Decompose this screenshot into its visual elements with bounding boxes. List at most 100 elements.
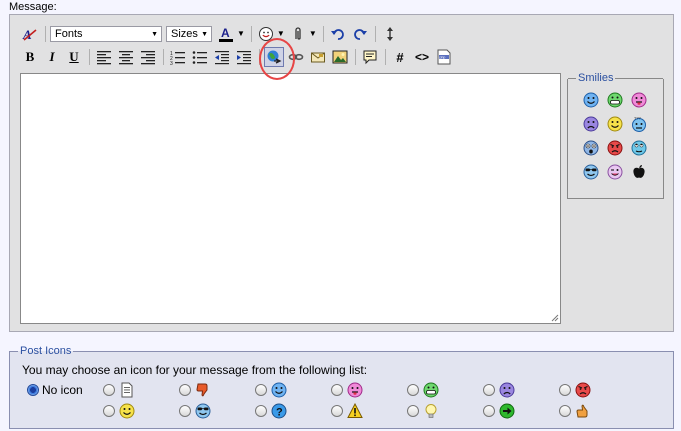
- font-select[interactable]: Fonts ▼: [50, 26, 162, 42]
- message-textarea[interactable]: [20, 73, 561, 324]
- post-icon-warning[interactable]: [347, 403, 363, 419]
- svg-text:???: ???: [634, 116, 641, 121]
- radio-post-icon[interactable]: [483, 405, 495, 417]
- toolbar-separator: [45, 26, 46, 42]
- post-icon-tongue[interactable]: [347, 382, 363, 398]
- outdent-icon: [215, 51, 229, 65]
- wrap-html-button[interactable]: <>: [412, 47, 432, 67]
- smile-icon: [271, 382, 287, 398]
- radio-post-icon[interactable]: [407, 384, 419, 396]
- size-select-value: Sizes: [171, 28, 198, 40]
- no-icon-label: No icon: [42, 383, 83, 397]
- radio-post-icon[interactable]: [255, 384, 267, 396]
- align-center-button[interactable]: [116, 47, 136, 67]
- outdent-button[interactable]: [212, 47, 232, 67]
- arrow-right-icon: [499, 403, 515, 419]
- rolleyes-icon[interactable]: [631, 140, 647, 156]
- wink-icon[interactable]: [607, 164, 623, 180]
- svg-text:A: A: [221, 26, 230, 40]
- quote-icon: [363, 50, 377, 65]
- size-select[interactable]: Sizes ▼: [166, 26, 212, 42]
- php-file-icon: php: [437, 49, 451, 65]
- envelope-icon: [311, 52, 325, 63]
- radio-post-icon[interactable]: [559, 384, 571, 396]
- bold-button[interactable]: B: [20, 47, 40, 67]
- post-icon-document[interactable]: [119, 382, 135, 398]
- radio-post-icon[interactable]: [331, 384, 343, 396]
- radio-post-icon[interactable]: [255, 405, 267, 417]
- apple-icon[interactable]: [631, 164, 647, 180]
- post-icon-cool[interactable]: [195, 403, 211, 419]
- indent-button[interactable]: [234, 47, 254, 67]
- document-icon: [121, 382, 133, 398]
- radio-no-icon[interactable]: [27, 384, 39, 396]
- frown-icon[interactable]: [583, 116, 599, 132]
- toolbar-separator: [163, 49, 164, 65]
- globe-link-icon: [267, 50, 282, 64]
- insert-email-button[interactable]: [308, 47, 328, 67]
- question-icon: ?: [271, 403, 287, 419]
- post-icon-question[interactable]: ?: [271, 403, 287, 419]
- quote-button[interactable]: [360, 47, 380, 67]
- insert-link-button[interactable]: [264, 47, 284, 67]
- insert-smilie-button[interactable]: [256, 24, 276, 44]
- attach-dropdown-icon[interactable]: ▼: [309, 30, 317, 38]
- remove-format-button[interactable]: A: [20, 24, 40, 44]
- smilies-legend: Smilies: [568, 72, 663, 84]
- svg-text:?: ?: [276, 407, 283, 419]
- font-color-button[interactable]: A: [216, 24, 236, 44]
- post-icon-lightbulb[interactable]: [423, 403, 439, 419]
- radio-post-icon[interactable]: [179, 384, 191, 396]
- resize-editor-button[interactable]: [380, 24, 400, 44]
- post-icon-mad[interactable]: [575, 382, 591, 398]
- resize-arrows-icon: [386, 27, 393, 41]
- cool-icon[interactable]: [583, 164, 599, 180]
- align-center-icon: [119, 51, 133, 65]
- align-right-button[interactable]: [138, 47, 158, 67]
- radio-post-icon[interactable]: [179, 405, 191, 417]
- align-left-button[interactable]: [94, 47, 114, 67]
- attach-button[interactable]: [288, 24, 308, 44]
- smile-icon[interactable]: [583, 92, 599, 108]
- post-icons-title: Post Icons: [20, 345, 72, 357]
- grin-icon[interactable]: [607, 92, 623, 108]
- smilie-dropdown-icon[interactable]: ▼: [277, 30, 285, 38]
- eek-icon[interactable]: [583, 140, 599, 156]
- toolbar-separator: [385, 49, 386, 65]
- hash-icon: #: [396, 49, 404, 65]
- post-icon-arrow[interactable]: [499, 403, 515, 419]
- underline-button[interactable]: U: [64, 47, 84, 67]
- frown-icon: [499, 382, 515, 398]
- radio-post-icon[interactable]: [103, 384, 115, 396]
- post-icon-smile[interactable]: [271, 382, 287, 398]
- wrap-php-button[interactable]: php: [434, 47, 454, 67]
- paperclip-icon: [295, 27, 301, 40]
- post-icon-frown[interactable]: [499, 382, 515, 398]
- unordered-list-button[interactable]: [190, 47, 210, 67]
- font-color-dropdown-icon[interactable]: ▼: [237, 30, 245, 38]
- confused-icon[interactable]: ???: [631, 116, 647, 132]
- wrap-code-button[interactable]: #: [390, 47, 410, 67]
- mad-icon[interactable]: [607, 140, 623, 156]
- radio-post-icon[interactable]: [103, 405, 115, 417]
- ordered-list-button[interactable]: 123: [168, 47, 188, 67]
- italic-button[interactable]: I: [42, 47, 62, 67]
- radio-post-icon[interactable]: [559, 405, 571, 417]
- post-icon-thumbs-up[interactable]: [575, 403, 591, 419]
- post-icon-grin[interactable]: [423, 382, 439, 398]
- post-icon-smile-yellow[interactable]: [119, 403, 135, 419]
- undo-button[interactable]: [328, 24, 348, 44]
- toolbar-separator: [250, 26, 252, 42]
- redo-button[interactable]: [350, 24, 370, 44]
- resize-grip-icon[interactable]: [551, 314, 559, 322]
- insert-image-button[interactable]: [330, 47, 350, 67]
- tongue-icon[interactable]: [631, 92, 647, 108]
- grin-icon: [423, 382, 439, 398]
- smile-yellow-icon[interactable]: [607, 116, 623, 132]
- image-icon: [332, 50, 348, 64]
- radio-post-icon[interactable]: [331, 405, 343, 417]
- remove-link-button[interactable]: [286, 47, 306, 67]
- post-icon-thumbs-down[interactable]: [195, 382, 211, 398]
- radio-post-icon[interactable]: [483, 384, 495, 396]
- radio-post-icon[interactable]: [407, 405, 419, 417]
